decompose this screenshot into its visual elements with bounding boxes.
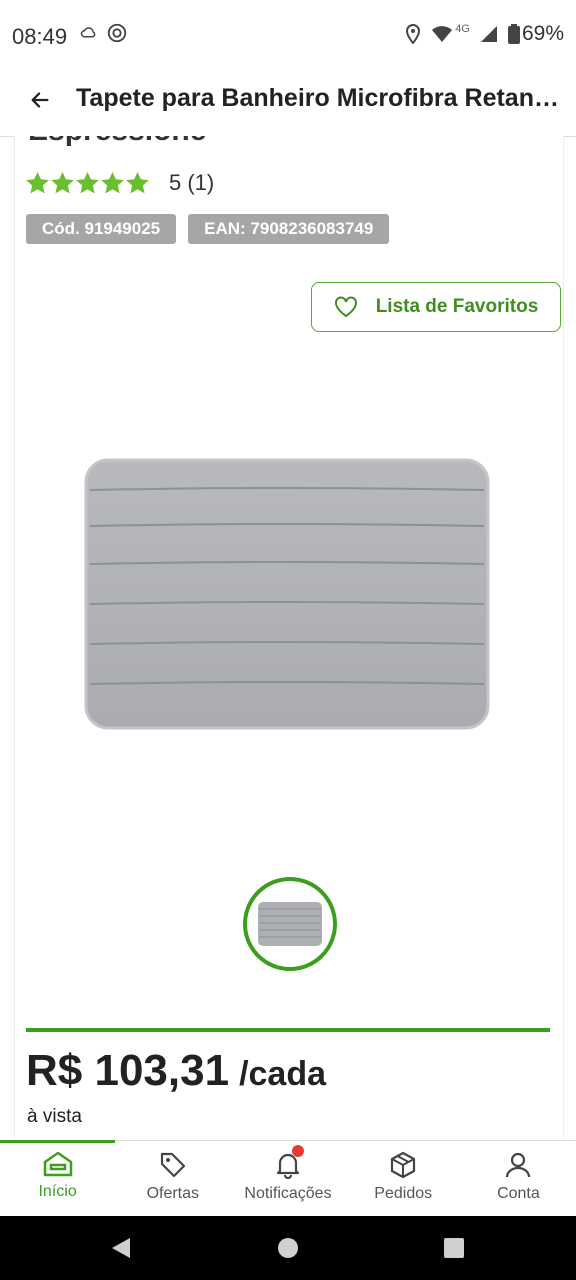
battery-icon xyxy=(507,24,520,44)
nav-item-conta[interactable]: Conta xyxy=(461,1141,576,1217)
product-title-fragment: Espressione xyxy=(28,136,206,148)
home-icon xyxy=(43,1151,72,1177)
recents-square-icon[interactable] xyxy=(443,1236,465,1260)
package-icon xyxy=(391,1151,416,1179)
price-unit: /cada xyxy=(239,1055,327,1093)
favorites-button[interactable]: Lista de Favoritos xyxy=(311,282,561,332)
notification-dot xyxy=(292,1145,305,1157)
battery-level: 69% xyxy=(521,22,564,45)
nav-item-inicio[interactable]: Início xyxy=(0,1140,116,1217)
system-nav-bar xyxy=(0,1216,576,1280)
product-content[interactable]: Espressione 5 (1) Cód. 91949025 EAN: 790… xyxy=(14,136,564,1140)
heart-icon xyxy=(334,296,357,318)
product-code-badge: Cód. 91949025 xyxy=(26,214,177,244)
location-icon xyxy=(406,24,421,44)
network-type: 4G xyxy=(455,23,470,35)
rating-stars xyxy=(26,172,149,194)
rating-text: 5 (1) xyxy=(169,170,215,195)
nav-label: Ofertas xyxy=(146,1185,200,1202)
at-sign-icon xyxy=(107,23,127,43)
thumbnail-image xyxy=(258,902,322,946)
tag-icon xyxy=(160,1152,185,1178)
arrow-left-icon xyxy=(31,92,49,108)
page-title: Tapete para Banheiro Microfibra Retangul… xyxy=(76,84,564,112)
status-bar: 08:49 4G 69% xyxy=(0,0,576,72)
user-icon xyxy=(506,1152,531,1178)
back-button[interactable] xyxy=(22,82,58,118)
home-circle-icon[interactable] xyxy=(277,1236,299,1260)
price-divider xyxy=(26,1028,550,1032)
product-image[interactable] xyxy=(82,456,492,732)
price-note: à vista xyxy=(27,1106,82,1127)
app-bar: Tapete para Banheiro Microfibra Retangul… xyxy=(0,72,576,137)
bottom-nav: Início Ofertas Notificações Pedidos Cont… xyxy=(0,1140,576,1217)
back-triangle-icon[interactable] xyxy=(110,1236,132,1260)
nav-item-pedidos[interactable]: Pedidos xyxy=(346,1141,461,1217)
nav-label: Conta xyxy=(497,1185,540,1202)
nav-label: Pedidos xyxy=(374,1185,433,1202)
wifi-icon xyxy=(432,26,453,42)
nav-item-ofertas[interactable]: Ofertas xyxy=(115,1141,230,1217)
star-icon xyxy=(76,172,99,194)
ean-badge: EAN: 7908236083749 xyxy=(188,214,390,244)
nav-item-notificacoes[interactable]: Notificações xyxy=(230,1141,345,1217)
price-row: R$ 103,31 /cada xyxy=(26,1046,326,1096)
star-icon xyxy=(101,172,124,194)
product-codes: Cód. 91949025 EAN: 7908236083749 xyxy=(26,214,390,244)
nav-label: Notificações xyxy=(244,1185,332,1202)
cell-signal-icon xyxy=(480,26,497,42)
nav-label: Início xyxy=(38,1183,77,1200)
star-icon xyxy=(126,172,149,194)
star-icon xyxy=(26,172,49,194)
price: R$ 103,31 xyxy=(26,1046,230,1095)
star-icon xyxy=(51,172,74,194)
product-rating[interactable]: 5 (1) xyxy=(26,170,214,196)
favorites-label: Lista de Favoritos xyxy=(375,296,539,317)
status-time: 08:49 xyxy=(12,24,68,49)
image-thumbnail[interactable] xyxy=(243,877,337,971)
cloud-sync-icon xyxy=(80,27,96,38)
